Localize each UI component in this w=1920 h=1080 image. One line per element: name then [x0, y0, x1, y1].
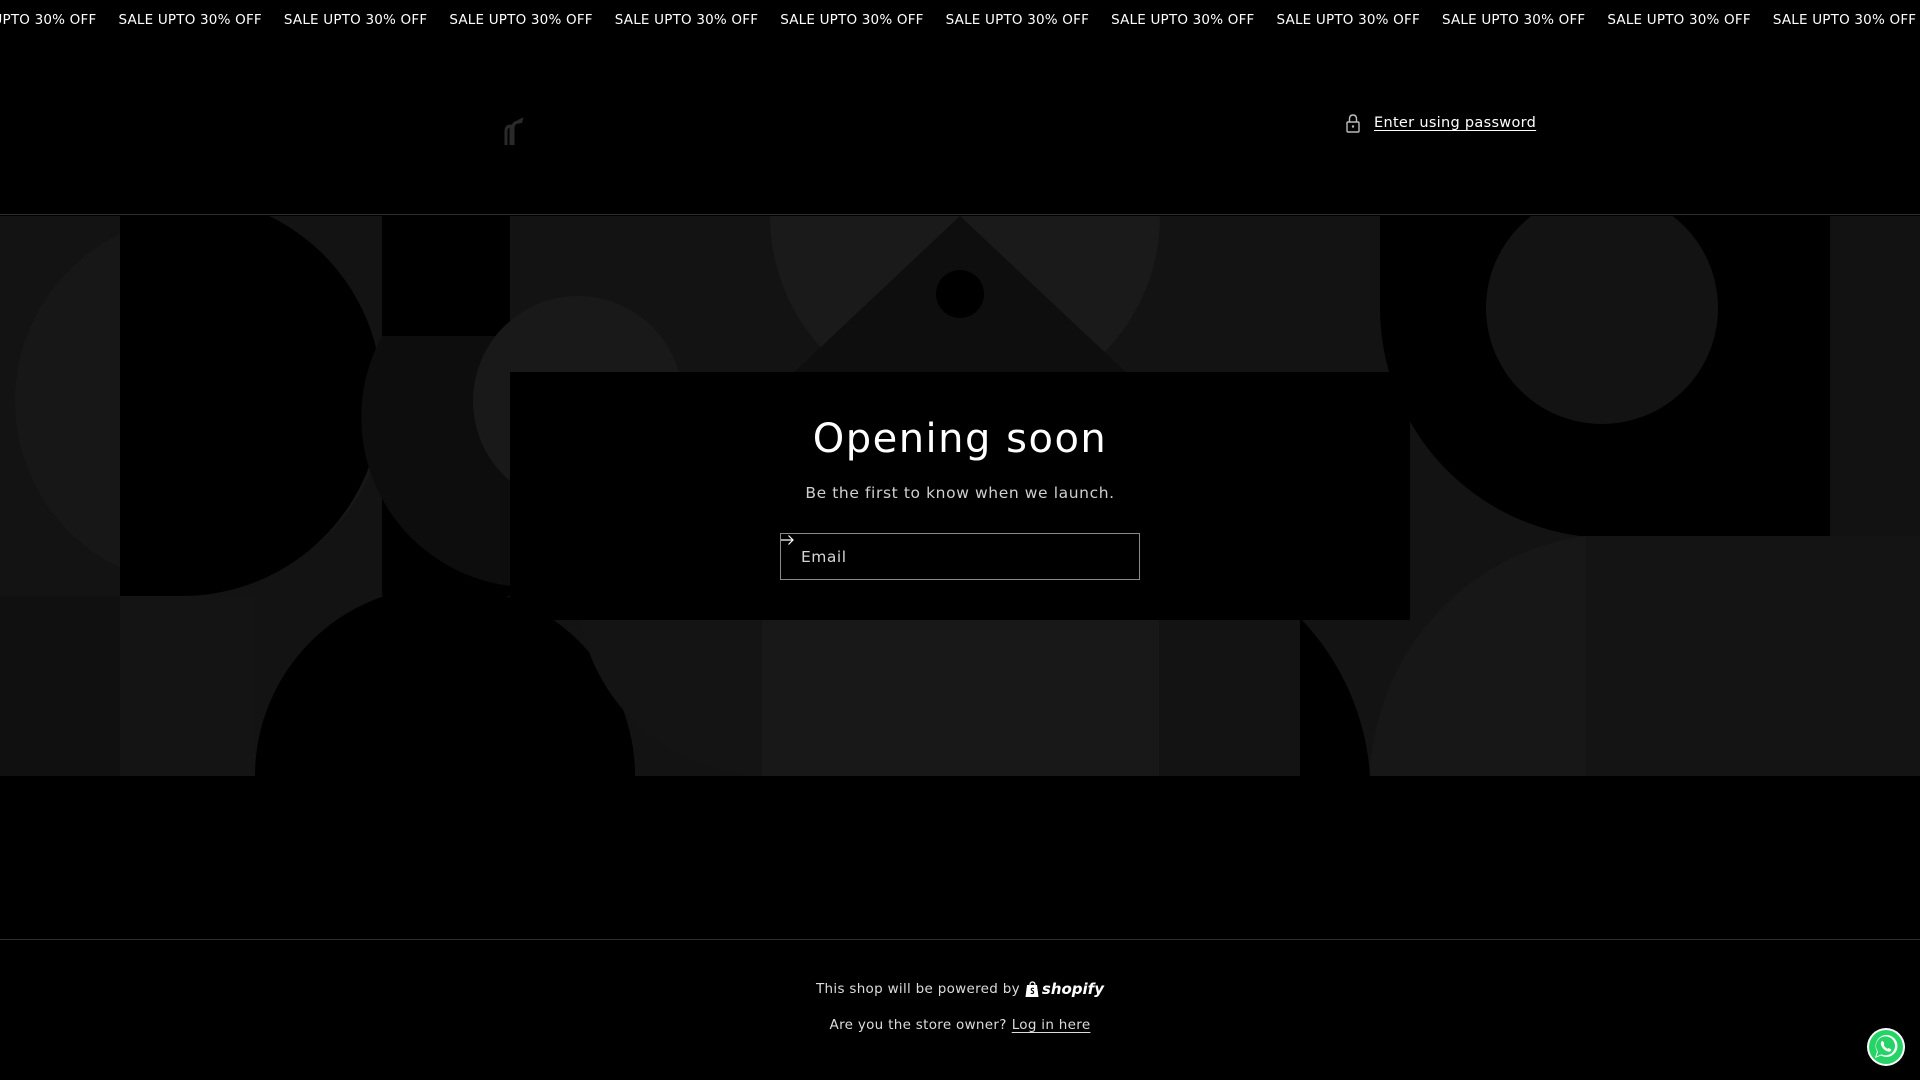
- announcement-item: SALE UPTO 30% OFF: [614, 12, 759, 28]
- shopify-logo[interactable]: shopify: [1025, 980, 1104, 998]
- page-subtitle: Be the first to know when we launch.: [805, 484, 1115, 502]
- opening-soon-card: Opening soon Be the first to know when w…: [510, 372, 1410, 620]
- powered-by-text: This shop will be powered by: [815, 981, 1020, 997]
- announcement-item: SALE UPTO 30% OFF: [1772, 12, 1917, 28]
- enter-password-link[interactable]: Enter using password: [1344, 113, 1536, 133]
- store-owner-text: Are you the store owner?: [829, 1017, 1007, 1033]
- email-signup-form: [780, 533, 1140, 580]
- whatsapp-icon[interactable]: [1865, 1026, 1907, 1068]
- powered-by: This shop will be powered by shopify: [0, 980, 1920, 998]
- email-input[interactable]: [781, 534, 1095, 579]
- announcement-item: SALE UPTO 30% OFF: [780, 12, 924, 28]
- announcement-item: SALE UPTO 30% OFF: [945, 12, 1090, 28]
- announcement-item: SALE UPTO 30% OFF: [1111, 12, 1255, 28]
- lock-icon: [1346, 114, 1360, 133]
- subscribe-button[interactable]: [781, 534, 1139, 579]
- announcement-item: SALE UPTO 30% OFF: [1276, 12, 1420, 28]
- announcement-item: SALE UPTO 30% OFF: [0, 12, 97, 28]
- enter-password-label: Enter using password: [1374, 115, 1537, 131]
- brand-logo-icon[interactable]: [500, 117, 526, 147]
- page-title: Opening soon: [812, 416, 1108, 462]
- announcement-track: SALE UPTO 30% OFF SALE UPTO 30% OFF SALE U…: [0, 12, 1920, 28]
- arrow-right-icon: [781, 535, 794, 545]
- announcement-item: SALE UPTO 30% OFF: [449, 12, 593, 28]
- site-header: Enter using password: [0, 42, 1920, 215]
- shopify-wordmark: shopify: [1041, 980, 1104, 998]
- announcement-item: SALE UPTO 30% OFF: [1441, 12, 1586, 28]
- announcement-item: SALE UPTO 30% OFF: [118, 12, 262, 28]
- announcement-bar: SALE UPTO 30% OFF SALE UPTO 30% OFF SALE U…: [0, 0, 1920, 42]
- hero-banner: Opening soon Be the first to know when w…: [0, 216, 1920, 776]
- site-footer: This shop will be powered by shopify Are…: [0, 939, 1920, 1080]
- announcement-item: SALE UPTO 30% OFF: [1607, 12, 1751, 28]
- shopify-bag-icon: [1025, 980, 1039, 997]
- login-link[interactable]: Log in here: [1012, 1017, 1091, 1033]
- announcement-item: SALE UPTO 30% OFF: [283, 12, 428, 28]
- store-owner-line: Are you the store owner? Log in here: [0, 1017, 1920, 1033]
